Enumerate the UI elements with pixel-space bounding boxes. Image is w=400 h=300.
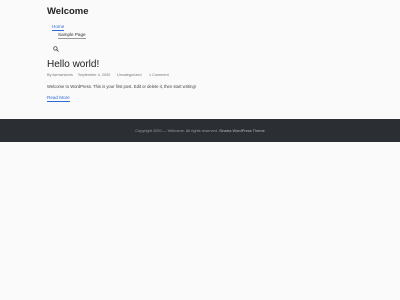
read-more-button[interactable]: Read More xyxy=(47,95,70,102)
post-meta-category[interactable]: Uncategorized xyxy=(117,73,141,77)
menu-item-sample-page[interactable]: Sample Page xyxy=(58,32,86,39)
footer-copyright: Copyright 2020 — Welcome. All rights res… xyxy=(135,128,218,133)
post-excerpt: Welcome to WordPress. This is your first… xyxy=(47,84,196,89)
footer-text: Copyright 2020 — Welcome. All rights res… xyxy=(0,128,400,133)
site-title[interactable]: Welcome xyxy=(47,6,89,17)
search-icon[interactable] xyxy=(53,39,59,52)
footer-theme-link[interactable]: Sinatra WordPress Theme xyxy=(219,128,265,133)
site-footer: Copyright 2020 — Welcome. All rights res… xyxy=(0,119,400,142)
post-meta-date[interactable]: September 4, 2020 xyxy=(78,73,110,77)
post-meta-author[interactable]: By twrnwriamrs xyxy=(47,73,73,77)
post-meta-comments[interactable]: 1 Comment xyxy=(149,73,169,77)
menu-item-home[interactable]: Home xyxy=(52,24,65,31)
post-title[interactable]: Hello world! xyxy=(47,59,99,70)
